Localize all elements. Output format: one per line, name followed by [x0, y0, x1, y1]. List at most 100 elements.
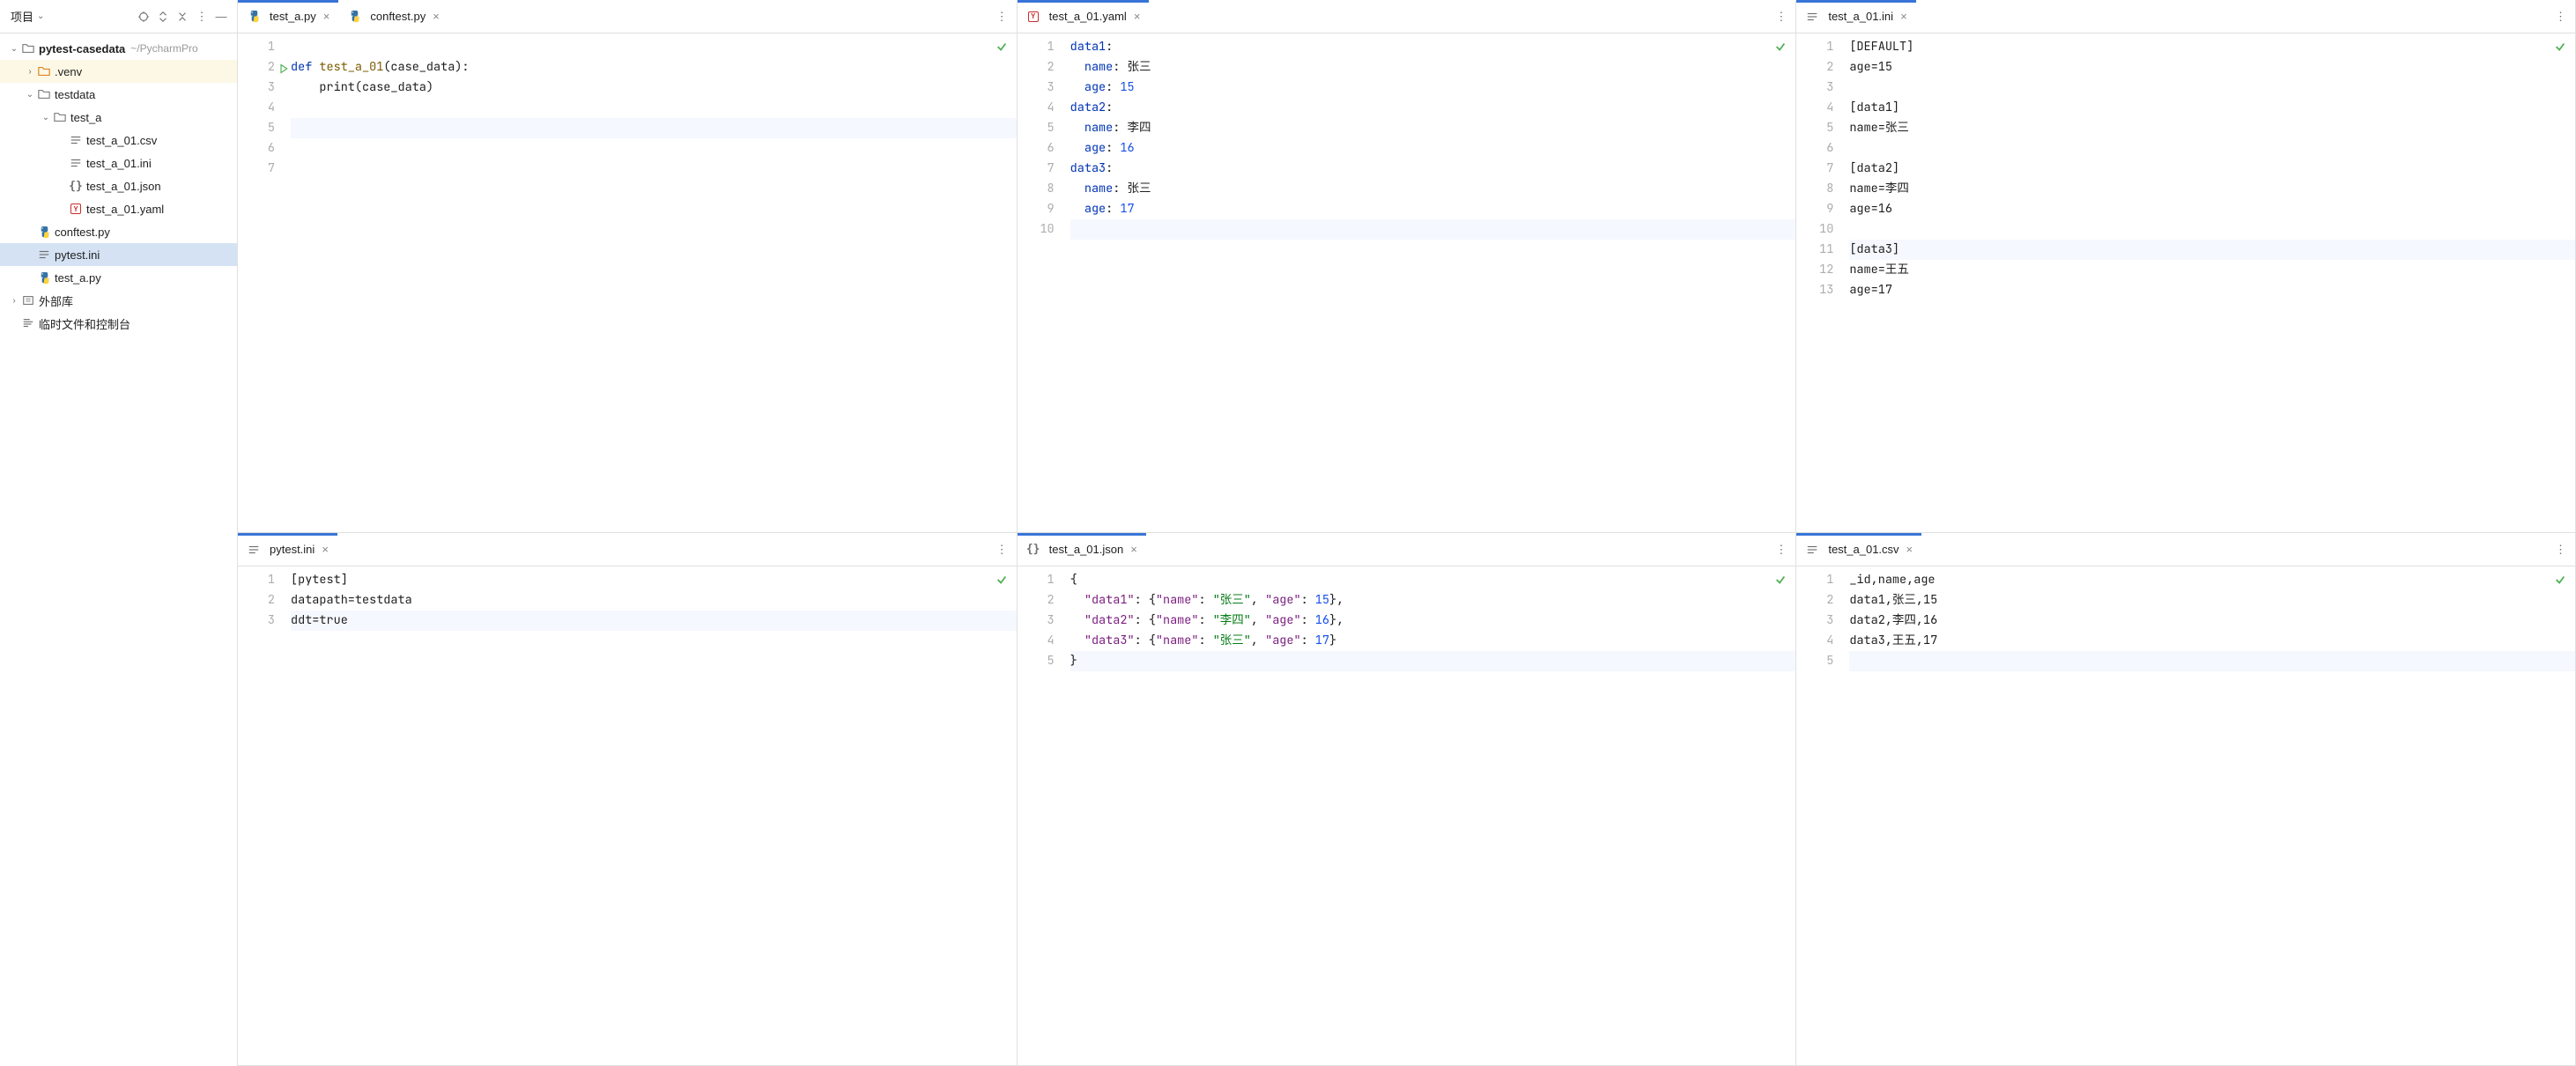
- select-opened-file-icon[interactable]: [135, 8, 152, 26]
- code-line[interactable]: name=王五: [1849, 260, 2575, 280]
- close-icon[interactable]: ×: [1900, 10, 1907, 23]
- code-line[interactable]: [data1]: [1849, 98, 2575, 118]
- code-line[interactable]: [291, 37, 1017, 57]
- tree-item-json[interactable]: {}test_a_01.json: [0, 174, 237, 197]
- code-line[interactable]: [1070, 219, 1796, 240]
- code-line[interactable]: datapath=testdata: [291, 590, 1017, 611]
- code-line[interactable]: age: 17: [1070, 199, 1796, 219]
- tab-pytest-ini[interactable]: pytest.ini×: [238, 533, 337, 566]
- tab-more-icon[interactable]: ⋮: [988, 543, 1017, 557]
- code-line[interactable]: }: [1070, 651, 1796, 671]
- expand-all-icon[interactable]: [154, 8, 172, 26]
- code-line[interactable]: [291, 98, 1017, 118]
- code-line[interactable]: "data2": {"name": "李四", "age": 16},: [1070, 611, 1796, 631]
- code-line[interactable]: [291, 138, 1017, 159]
- tab-more-icon[interactable]: ⋮: [2546, 543, 2575, 557]
- tree-item-scratch[interactable]: 临时文件和控制台: [0, 312, 237, 335]
- tree-item-test_a_py[interactable]: test_a.py: [0, 266, 237, 289]
- tab-more-icon[interactable]: ⋮: [988, 10, 1017, 24]
- tab-test_a_01-ini[interactable]: test_a_01.ini×: [1796, 0, 1915, 33]
- code-line[interactable]: _id,name,age: [1849, 570, 2575, 590]
- code-line[interactable]: data3:: [1070, 159, 1796, 179]
- code-line[interactable]: [data3]: [1849, 240, 2575, 260]
- code-line[interactable]: name: 张三: [1070, 57, 1796, 78]
- close-icon[interactable]: ×: [323, 10, 330, 23]
- sidebar-title[interactable]: 项目 ⌄: [7, 8, 48, 25]
- close-icon[interactable]: ×: [433, 10, 440, 23]
- code-line[interactable]: age=15: [1849, 57, 2575, 78]
- code-line[interactable]: [pytest]: [291, 570, 1017, 590]
- close-icon[interactable]: ×: [1130, 543, 1137, 556]
- code-body[interactable]: 12345678910111213[DEFAULT]age=15[data1]n…: [1796, 33, 2575, 532]
- tree-item-pytestini[interactable]: pytest.ini: [0, 243, 237, 266]
- tab-more-icon[interactable]: ⋮: [2546, 10, 2575, 24]
- code-line[interactable]: name: 张三: [1070, 179, 1796, 199]
- tree-item-venv[interactable]: ›.venv: [0, 60, 237, 83]
- code-line[interactable]: age=16: [1849, 199, 2575, 219]
- code-line[interactable]: data1,张三,15: [1849, 590, 2575, 611]
- project-tree[interactable]: ⌄pytest-casedata~/PycharmPro›.venv⌄testd…: [0, 33, 237, 1066]
- code-line[interactable]: {: [1070, 570, 1796, 590]
- tree-item-test_a[interactable]: ⌄test_a: [0, 106, 237, 129]
- code-line[interactable]: age=17: [1849, 280, 2575, 300]
- code-line[interactable]: [DEFAULT]: [1849, 37, 2575, 57]
- tree-item-testdata[interactable]: ⌄testdata: [0, 83, 237, 106]
- close-icon[interactable]: ×: [322, 543, 329, 556]
- code-lines[interactable]: data1: name: 张三 age: 15data2: name: 李四 a…: [1070, 33, 1796, 532]
- code-line[interactable]: [291, 159, 1017, 179]
- tree-caret[interactable]: ⌄: [23, 90, 37, 100]
- tab-more-icon[interactable]: ⋮: [1766, 10, 1795, 24]
- code-body[interactable]: 12345{ "data1": {"name": "张三", "age": 15…: [1018, 566, 1796, 1065]
- code-line[interactable]: data3,王五,17: [1849, 631, 2575, 651]
- code-body[interactable]: 1234567def test_a_01(case_data): print(c…: [238, 33, 1017, 532]
- code-line[interactable]: [data2]: [1849, 159, 2575, 179]
- code-line[interactable]: data1:: [1070, 37, 1796, 57]
- code-lines[interactable]: def test_a_01(case_data): print(case_dat…: [291, 33, 1017, 532]
- tab-test_a_01-csv[interactable]: test_a_01.csv×: [1796, 533, 1921, 566]
- tree-item-conftest[interactable]: conftest.py: [0, 220, 237, 243]
- code-line[interactable]: "data3": {"name": "张三", "age": 17}: [1070, 631, 1796, 651]
- code-lines[interactable]: [DEFAULT]age=15[data1]name=张三[data2]name…: [1849, 33, 2575, 532]
- code-line[interactable]: [1849, 78, 2575, 98]
- tree-item-ini[interactable]: test_a_01.ini: [0, 152, 237, 174]
- code-body[interactable]: 12345678910data1: name: 张三 age: 15data2:…: [1018, 33, 1796, 532]
- code-line[interactable]: data2:: [1070, 98, 1796, 118]
- code-line[interactable]: age: 15: [1070, 78, 1796, 98]
- code-line[interactable]: [291, 118, 1017, 138]
- close-icon[interactable]: ×: [1134, 10, 1141, 23]
- tab-test_a_01-json[interactable]: {}test_a_01.json×: [1018, 533, 1146, 566]
- code-line[interactable]: age: 16: [1070, 138, 1796, 159]
- tree-item-yaml[interactable]: Ytest_a_01.yaml: [0, 197, 237, 220]
- code-body[interactable]: 12345_id,name,agedata1,张三,15data2,李四,16d…: [1796, 566, 2575, 1065]
- code-line[interactable]: ddt=true: [291, 611, 1017, 631]
- close-icon[interactable]: ×: [1906, 543, 1913, 556]
- collapse-all-icon[interactable]: [174, 8, 191, 26]
- code-line[interactable]: name=张三: [1849, 118, 2575, 138]
- tree-item-csv[interactable]: test_a_01.csv: [0, 129, 237, 152]
- code-lines[interactable]: { "data1": {"name": "张三", "age": 15}, "d…: [1070, 566, 1796, 1065]
- minimize-icon[interactable]: —: [212, 8, 230, 26]
- tree-item-ext[interactable]: ›外部库: [0, 289, 237, 312]
- code-line[interactable]: name: 李四: [1070, 118, 1796, 138]
- tree-caret[interactable]: ›: [7, 296, 21, 306]
- code-lines[interactable]: _id,name,agedata1,张三,15data2,李四,16data3,…: [1849, 566, 2575, 1065]
- code-line[interactable]: name=李四: [1849, 179, 2575, 199]
- tree-item-root[interactable]: ⌄pytest-casedata~/PycharmPro: [0, 37, 237, 60]
- code-line[interactable]: [1849, 219, 2575, 240]
- code-lines[interactable]: [pytest]datapath=testdataddt=true: [291, 566, 1017, 1065]
- code-line[interactable]: "data1": {"name": "张三", "age": 15},: [1070, 590, 1796, 611]
- code-line[interactable]: [1849, 138, 2575, 159]
- more-options-icon[interactable]: ⋮: [193, 8, 211, 26]
- code-line[interactable]: [1849, 651, 2575, 671]
- tree-caret[interactable]: ⌄: [39, 113, 53, 122]
- code-body[interactable]: 123[pytest]datapath=testdataddt=true: [238, 566, 1017, 1065]
- code-line[interactable]: data2,李四,16: [1849, 611, 2575, 631]
- code-line[interactable]: print(case_data): [291, 78, 1017, 98]
- tab-more-icon[interactable]: ⋮: [1766, 543, 1795, 557]
- tab-test_a_01-yaml[interactable]: Ytest_a_01.yaml×: [1018, 0, 1150, 33]
- tab-conftest-py[interactable]: conftest.py×: [338, 0, 448, 33]
- tree-caret[interactable]: ⌄: [7, 44, 21, 54]
- tree-caret[interactable]: ›: [23, 67, 37, 77]
- tab-test_a-py[interactable]: test_a.py×: [238, 0, 338, 33]
- code-line[interactable]: def test_a_01(case_data):: [291, 57, 1017, 78]
